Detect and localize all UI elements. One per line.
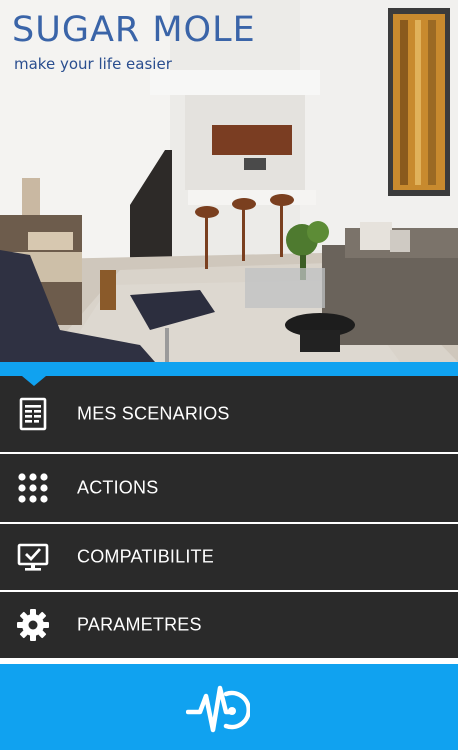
hero-image: SUGAR MOLE make your life easier [0, 0, 458, 362]
gear-icon [16, 608, 50, 642]
app-title: SUGAR MOLE [12, 10, 256, 50]
selection-notch [22, 376, 46, 386]
bottom-bar [0, 664, 458, 750]
menu-item-mes-scenarios[interactable]: MES SCENARIOS [0, 376, 458, 454]
menu-item-label: MES SCENARIOS [77, 403, 230, 424]
app-screen: SUGAR MOLE make your life easier MES SCE… [0, 0, 458, 750]
monitor-check-icon [16, 540, 50, 574]
pulse-logo-icon[interactable] [185, 678, 251, 738]
menu-item-label: ACTIONS [77, 477, 159, 498]
grid-dots-icon [16, 471, 50, 505]
menu-item-label: PARAMETRES [77, 614, 202, 635]
menu-item-compatibilite[interactable]: COMPATIBILITE [0, 524, 458, 592]
menu-item-parametres[interactable]: PARAMETRES [0, 592, 458, 660]
app-tagline: make your life easier [14, 55, 172, 73]
accent-strip [0, 362, 458, 376]
document-icon [16, 397, 50, 431]
menu-item-label: COMPATIBILITE [77, 546, 214, 567]
main-menu: MES SCENARIOS ACTIONS COMPATIBILITE PARA… [0, 376, 458, 660]
menu-item-actions[interactable]: ACTIONS [0, 454, 458, 524]
